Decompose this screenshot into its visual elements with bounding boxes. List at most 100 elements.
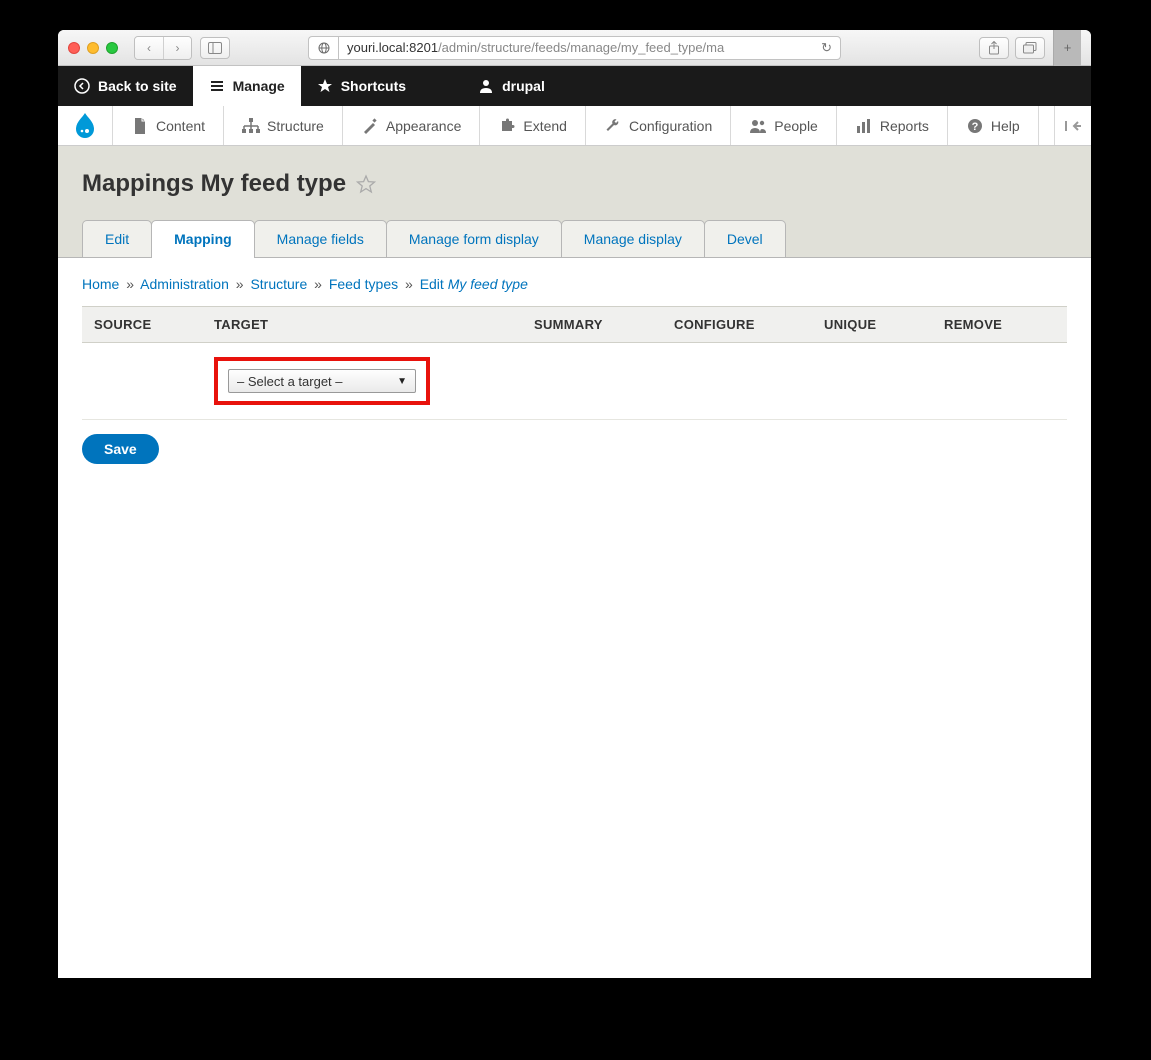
svg-text:?: ? <box>972 121 979 133</box>
tab-manage-form-display[interactable]: Manage form display <box>386 220 562 257</box>
favorite-star-icon[interactable] <box>356 174 376 194</box>
menu-extend-label: Extend <box>523 118 567 134</box>
paintbrush-icon <box>361 117 379 135</box>
table-row: – Select a target – ▼ <box>82 343 1067 420</box>
manage-toggle[interactable]: Manage <box>193 66 301 106</box>
menu-configuration[interactable]: Configuration <box>586 106 731 145</box>
menu-people-label: People <box>774 118 818 134</box>
back-button[interactable]: ‹ <box>135 37 163 59</box>
manage-label: Manage <box>233 78 285 94</box>
forward-button[interactable]: › <box>163 37 191 59</box>
breadcrumb-sep: » <box>126 276 134 292</box>
th-target: TARGET <box>202 307 522 343</box>
nav-back-forward: ‹ › <box>134 36 192 60</box>
toolbar-orientation-toggle[interactable] <box>1055 106 1091 145</box>
breadcrumb-sep: » <box>236 276 244 292</box>
th-configure: CONFIGURE <box>662 307 812 343</box>
user-label: drupal <box>502 78 545 94</box>
menu-help-label: Help <box>991 118 1020 134</box>
cell-configure <box>662 343 812 420</box>
th-source: SOURCE <box>82 307 202 343</box>
url-host: youri.local:8201 <box>347 40 438 55</box>
drupal-logo[interactable] <box>58 106 113 145</box>
browser-window: ‹ › youri.local:8201/admin/structure/fee… <box>58 30 1091 978</box>
site-info-icon[interactable] <box>308 36 338 60</box>
breadcrumb-sep: » <box>314 276 322 292</box>
th-remove: REMOVE <box>932 307 1067 343</box>
maximize-window-button[interactable] <box>106 42 118 54</box>
help-icon: ? <box>966 117 984 135</box>
sidebar-toggle-button[interactable] <box>200 37 230 59</box>
menu-extend[interactable]: Extend <box>480 106 586 145</box>
close-window-button[interactable] <box>68 42 80 54</box>
menu-people[interactable]: People <box>731 106 837 145</box>
breadcrumb-feed-types[interactable]: Feed types <box>329 276 398 292</box>
menu-appearance-label: Appearance <box>386 118 462 134</box>
breadcrumb-structure[interactable]: Structure <box>250 276 307 292</box>
tab-manage-display[interactable]: Manage display <box>561 220 705 257</box>
back-to-site-link[interactable]: Back to site <box>58 66 193 106</box>
menu-structure-label: Structure <box>267 118 324 134</box>
puzzle-icon <box>498 117 516 135</box>
minimize-window-button[interactable] <box>87 42 99 54</box>
user-menu[interactable]: drupal <box>462 66 561 106</box>
address-bar[interactable]: youri.local:8201/admin/structure/feeds/m… <box>338 36 841 60</box>
admin-menu: Content Structure Appearance Extend Conf… <box>58 106 1091 146</box>
shortcuts-link[interactable]: Shortcuts <box>301 66 422 106</box>
cell-summary <box>522 343 662 420</box>
hierarchy-icon <box>242 117 260 135</box>
menu-structure[interactable]: Structure <box>224 106 343 145</box>
new-tab-button[interactable]: + <box>1053 30 1081 66</box>
tab-mapping[interactable]: Mapping <box>151 220 255 257</box>
wrench-icon <box>604 117 622 135</box>
breadcrumb-current[interactable]: My feed type <box>448 276 528 292</box>
mappings-table: SOURCE TARGET SUMMARY CONFIGURE UNIQUE R… <box>82 306 1067 420</box>
menu-help[interactable]: ? Help <box>948 106 1039 145</box>
page-header-region: Mappings My feed type Edit Mapping Manag… <box>58 146 1091 257</box>
breadcrumb-home[interactable]: Home <box>82 276 119 292</box>
tabs-button[interactable] <box>1015 37 1045 59</box>
save-button[interactable]: Save <box>82 434 159 464</box>
menu-reports-label: Reports <box>880 118 929 134</box>
cell-target: – Select a target – ▼ <box>202 343 522 420</box>
drupal-toolbar: Back to site Manage Shortcuts drupal <box>58 66 1091 106</box>
breadcrumb: Home » Administration » Structure » Feed… <box>82 276 1067 292</box>
url-path: /admin/structure/feeds/manage/my_feed_ty… <box>438 40 724 55</box>
document-icon <box>131 117 149 135</box>
cell-source <box>82 343 202 420</box>
content-region: Home » Administration » Structure » Feed… <box>58 257 1091 494</box>
star-icon <box>317 78 333 94</box>
address-bar-wrap: youri.local:8201/admin/structure/feeds/m… <box>308 36 841 60</box>
user-icon <box>478 78 494 94</box>
highlight-annotation: – Select a target – ▼ <box>214 357 430 405</box>
menu-content-label: Content <box>156 118 205 134</box>
people-icon <box>749 117 767 135</box>
chevron-left-icon <box>74 78 90 94</box>
shortcuts-label: Shortcuts <box>341 78 406 94</box>
menu-appearance[interactable]: Appearance <box>343 106 481 145</box>
tab-manage-fields[interactable]: Manage fields <box>254 220 387 257</box>
menu-content[interactable]: Content <box>113 106 224 145</box>
bar-chart-icon <box>855 117 873 135</box>
menu-configuration-label: Configuration <box>629 118 712 134</box>
page-title: Mappings My feed type <box>82 170 346 198</box>
browser-titlebar: ‹ › youri.local:8201/admin/structure/fee… <box>58 30 1091 66</box>
share-button[interactable] <box>979 37 1009 59</box>
window-controls <box>68 42 118 54</box>
target-select-label: – Select a target – <box>237 374 343 389</box>
breadcrumb-admin[interactable]: Administration <box>140 276 229 292</box>
cell-unique <box>812 343 932 420</box>
th-unique: UNIQUE <box>812 307 932 343</box>
hamburger-icon <box>209 78 225 94</box>
cell-remove <box>932 343 1067 420</box>
reload-icon[interactable]: ↻ <box>821 40 832 56</box>
breadcrumb-edit-prefix[interactable]: Edit <box>420 276 444 292</box>
tab-edit[interactable]: Edit <box>82 220 152 257</box>
menu-reports[interactable]: Reports <box>837 106 948 145</box>
table-header-row: SOURCE TARGET SUMMARY CONFIGURE UNIQUE R… <box>82 307 1067 343</box>
back-to-site-label: Back to site <box>98 78 177 94</box>
tab-devel[interactable]: Devel <box>704 220 786 257</box>
target-select[interactable]: – Select a target – ▼ <box>228 369 416 393</box>
local-tabs: Edit Mapping Manage fields Manage form d… <box>82 220 1067 257</box>
menu-spacer <box>1039 106 1055 145</box>
